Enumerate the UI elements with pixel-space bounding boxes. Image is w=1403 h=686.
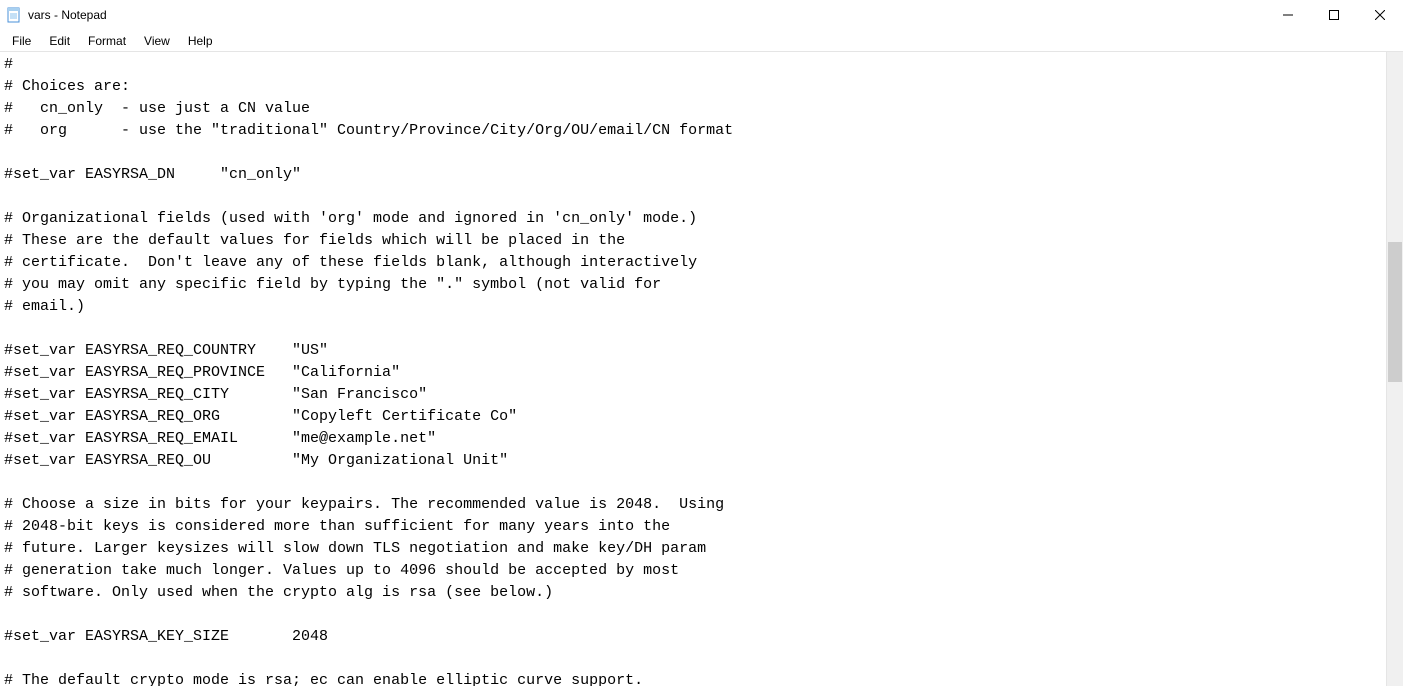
close-button[interactable] — [1357, 0, 1403, 30]
menu-file[interactable]: File — [4, 32, 39, 50]
menu-view[interactable]: View — [136, 32, 178, 50]
scrollbar-thumb[interactable] — [1388, 242, 1402, 382]
window-controls — [1265, 0, 1403, 30]
notepad-icon — [6, 7, 22, 23]
menu-format[interactable]: Format — [80, 32, 134, 50]
close-icon — [1375, 10, 1385, 20]
window-title: vars - Notepad — [28, 8, 107, 22]
vertical-scrollbar[interactable] — [1386, 52, 1403, 686]
editor-area: # # Choices are: # cn_only - use just a … — [0, 52, 1403, 686]
title-left: vars - Notepad — [6, 7, 107, 23]
maximize-icon — [1329, 10, 1339, 20]
editor-content[interactable]: # # Choices are: # cn_only - use just a … — [0, 52, 1386, 686]
minimize-button[interactable] — [1265, 0, 1311, 30]
menu-bar: File Edit Format View Help — [0, 30, 1403, 52]
title-bar: vars - Notepad — [0, 0, 1403, 30]
maximize-button[interactable] — [1311, 0, 1357, 30]
minimize-icon — [1283, 10, 1293, 20]
menu-edit[interactable]: Edit — [41, 32, 78, 50]
menu-help[interactable]: Help — [180, 32, 221, 50]
